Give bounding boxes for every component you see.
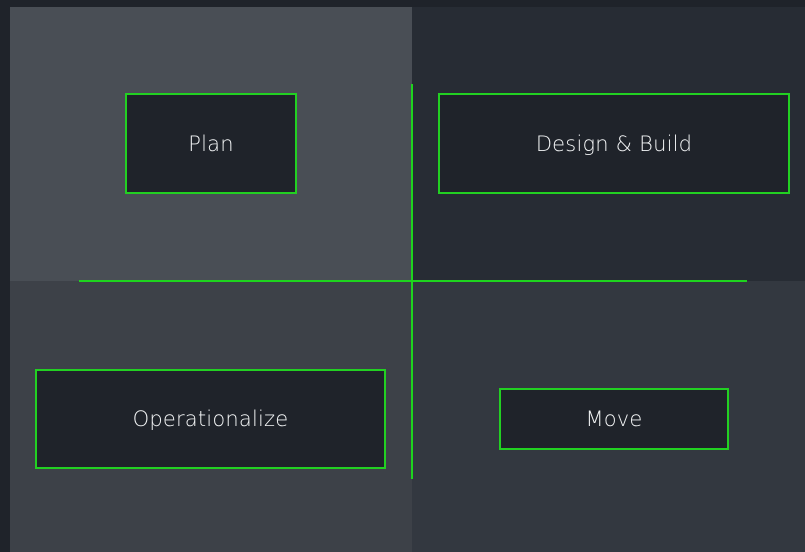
plan-box: Plan <box>125 93 297 194</box>
design-build-label: Design & Build <box>535 131 693 156</box>
quadrant-diagram: Plan Design & Build Operationalize Move <box>0 0 805 552</box>
operationalize-box: Operationalize <box>35 369 386 469</box>
horizontal-axis-line <box>79 280 747 282</box>
move-label: Move <box>585 407 643 431</box>
move-box: Move <box>499 388 729 450</box>
operationalize-label: Operationalize <box>132 407 289 431</box>
design-build-box: Design & Build <box>438 93 790 194</box>
plan-label: Plan <box>188 131 234 156</box>
